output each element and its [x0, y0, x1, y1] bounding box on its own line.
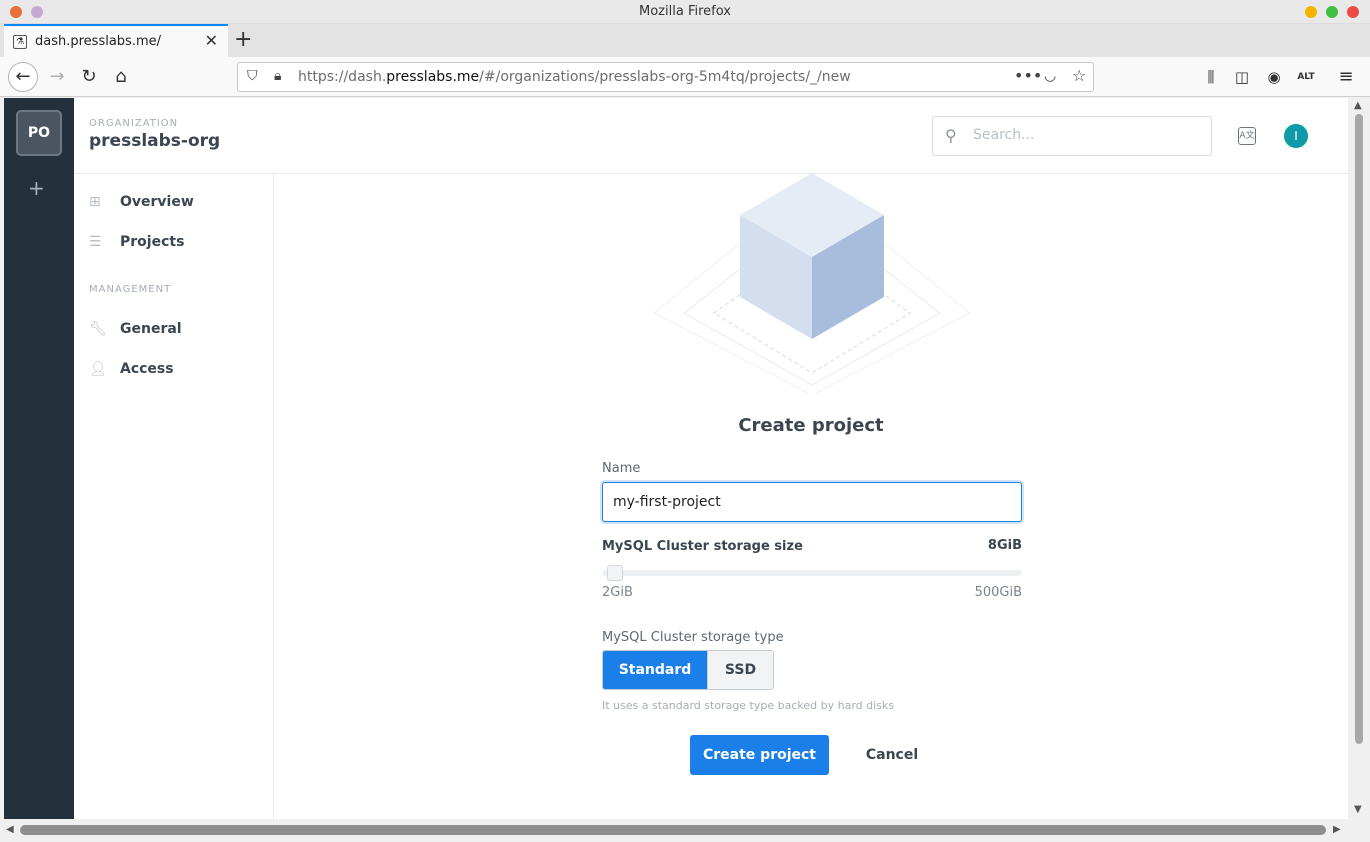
storage-size-value: 8GiB	[987, 538, 1022, 553]
storage-type-ssd-button[interactable]: SSD	[707, 651, 773, 689]
search-box[interactable]: ⚲	[932, 116, 1212, 156]
reload-button[interactable]: ↻	[74, 62, 104, 92]
url-bar[interactable]: ⛉ 🔒︎ https://dash.presslabs.me/#/organiz…	[237, 62, 1094, 92]
pocket-icon[interactable]: ◡	[1044, 68, 1056, 84]
minimize-button[interactable]	[1305, 6, 1317, 18]
scroll-down-icon[interactable]: ▼	[1354, 804, 1362, 815]
create-project-button[interactable]: Create project	[690, 735, 829, 775]
window-title: Mozilla Firefox	[639, 4, 731, 19]
list-icon: ☰	[89, 234, 102, 250]
tab-strip: ⚗ dash.presslabs.me/ ✕ +	[0, 24, 1370, 57]
shield-icon[interactable]: ⛉	[247, 68, 258, 84]
account-icon[interactable]: ◉	[1259, 62, 1289, 92]
sidebar-item-label: Overview	[120, 194, 194, 210]
horizontal-scrollbar[interactable]: ◀ ▶	[0, 819, 1348, 842]
storage-size-label: MySQL Cluster storage size	[602, 539, 803, 554]
browser-tab[interactable]: ⚗ dash.presslabs.me/ ✕	[4, 24, 228, 57]
search-input[interactable]	[973, 127, 1193, 143]
organization-name: presslabs-org	[89, 131, 221, 151]
page-actions-icon[interactable]: •••	[1014, 66, 1042, 85]
name-label: Name	[602, 461, 641, 476]
storage-min-label: 2GiB	[602, 585, 633, 600]
storage-type-label: MySQL Cluster storage type	[602, 630, 784, 645]
lock-icon[interactable]: 🔒︎	[274, 68, 281, 84]
storage-type-hint: It uses a standard storage type backed b…	[602, 699, 895, 712]
organization-label: ORGANIZATION	[89, 118, 179, 129]
library-icon[interactable]: ⫼	[1196, 62, 1226, 92]
forward-button[interactable]: →	[42, 62, 72, 92]
cancel-button[interactable]: Cancel	[852, 735, 932, 775]
translate-icon[interactable]: A文	[1238, 127, 1256, 145]
page-viewport: PO + ORGANIZATION presslabs-org ⚲ A文 I ⊞…	[4, 98, 1348, 819]
sidebar-toggle-icon[interactable]: ◫	[1227, 62, 1257, 92]
sidebar-item-label: Projects	[120, 234, 185, 250]
sidebar-item-projects[interactable]: ☰ Projects	[89, 232, 269, 256]
url-path: /#/organizations/presslabs-org-5m4tq/pro…	[479, 69, 851, 85]
scroll-right-icon[interactable]: ▶	[1333, 824, 1341, 835]
org-avatar[interactable]: PO	[16, 110, 62, 156]
vertical-scrollbar[interactable]: ▲ ▼	[1348, 98, 1370, 819]
storage-type-standard-button[interactable]: Standard	[603, 651, 707, 689]
page-header: ORGANIZATION presslabs-org ⚲ A文 I	[74, 98, 1348, 174]
url-scheme: https://dash.	[298, 69, 387, 85]
management-section-label: MANAGEMENT	[89, 284, 172, 295]
sidebar-item-label: Access	[120, 361, 174, 377]
hamburger-menu-icon[interactable]: ≡	[1331, 62, 1361, 92]
storage-size-slider[interactable]	[602, 570, 1022, 576]
horizontal-scroll-thumb[interactable]	[20, 825, 1326, 835]
user-lock-icon: 👤︎	[89, 361, 107, 377]
home-button[interactable]: ⌂	[106, 62, 136, 92]
scroll-up-icon[interactable]: ▲	[1354, 100, 1362, 111]
storage-type-toggle: Standard SSD	[602, 650, 774, 690]
project-name-input[interactable]	[602, 482, 1022, 522]
vertical-scroll-thumb[interactable]	[1355, 114, 1363, 744]
navigation-bar: ← → ↻ ⌂ ⛉ 🔒︎ https://dash.presslabs.me/#…	[0, 57, 1370, 97]
scroll-left-icon[interactable]: ◀	[6, 824, 14, 835]
close-tab-icon[interactable]: ✕	[205, 31, 218, 50]
tab-title: dash.presslabs.me/	[35, 34, 161, 49]
organization-switcher: PO +	[4, 98, 74, 819]
sidebar-item-label: General	[120, 321, 182, 337]
wrench-icon: 🔧︎	[89, 321, 107, 337]
extension-icon[interactable]: ALT	[1291, 62, 1321, 92]
storage-slider-handle[interactable]	[607, 565, 623, 581]
new-tab-button[interactable]: +	[234, 27, 252, 52]
page-title: Create project	[738, 415, 884, 436]
url-domain: presslabs.me	[386, 69, 480, 85]
user-avatar[interactable]: I	[1284, 124, 1308, 148]
sidebar-item-overview[interactable]: ⊞ Overview	[89, 192, 269, 216]
bookmark-star-icon[interactable]: ☆	[1072, 66, 1086, 85]
close-window-button[interactable]	[1347, 6, 1359, 18]
sidebar-item-general[interactable]: 🔧︎ General	[89, 319, 269, 343]
grid-icon: ⊞	[89, 194, 101, 210]
search-icon: ⚲	[945, 126, 957, 145]
cube-illustration	[653, 173, 971, 393]
main-content: Create project Name MySQL Cluster storag…	[274, 173, 1348, 819]
storage-max-label: 500GiB	[974, 585, 1022, 600]
back-button[interactable]: ←	[8, 62, 38, 92]
window-titlebar: Mozilla Firefox	[0, 0, 1370, 24]
sidebar: ⊞ Overview ☰ Projects MANAGEMENT 🔧︎ Gene…	[74, 173, 274, 819]
sidebar-item-access[interactable]: 👤︎ Access	[89, 359, 269, 383]
add-organization-button[interactable]: +	[28, 176, 45, 200]
maximize-button[interactable]	[1326, 6, 1338, 18]
url-text[interactable]: https://dash.presslabs.me/#/organization…	[298, 69, 851, 85]
flask-icon: ⚗	[13, 35, 27, 49]
